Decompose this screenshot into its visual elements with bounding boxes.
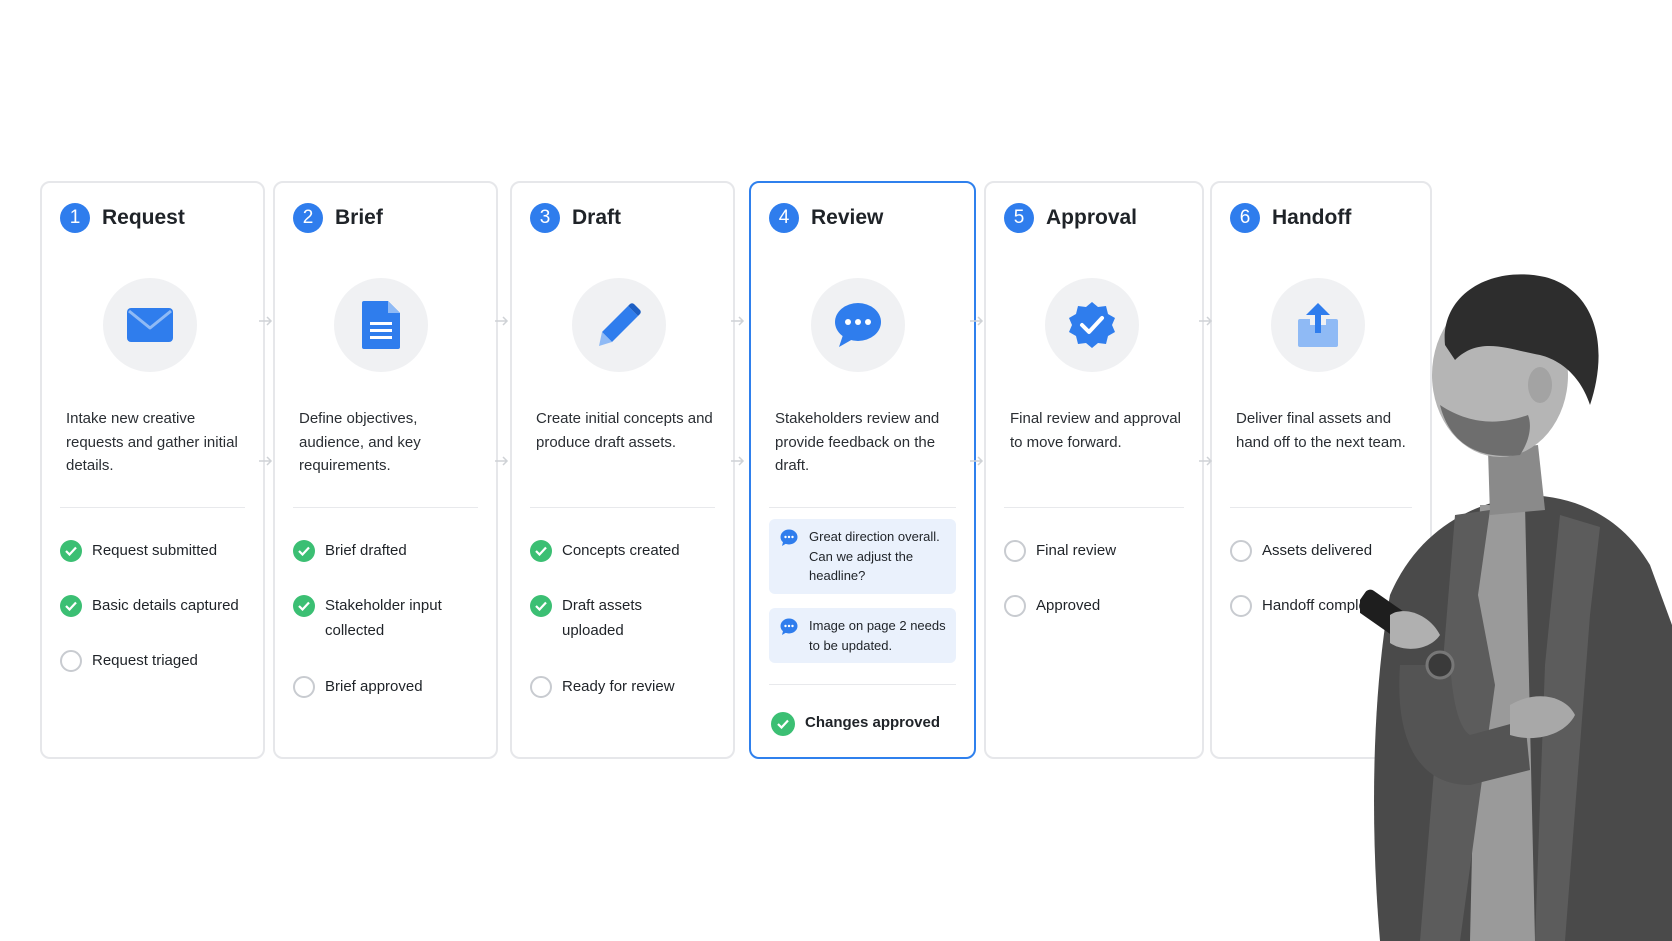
arrow-right-icon (495, 316, 509, 326)
step-title: Request (102, 206, 185, 229)
checklist-item-label: Brief drafted (325, 542, 407, 559)
feedback-comment[interactable]: Great direction overall. Can we adjust t… (769, 519, 956, 594)
checklist-item[interactable]: Changes approved (771, 712, 940, 736)
step-title: Handoff (1272, 206, 1352, 229)
checklist-item[interactable]: Handoff complete (1230, 595, 1379, 618)
step-description: Intake new creative requests and gather … (66, 410, 238, 474)
arrow-right-icon (731, 316, 745, 326)
arrow-right-icon (1199, 456, 1213, 466)
step-title: Approval (1046, 206, 1138, 229)
feedback-comment[interactable]: Image on page 2 needs to be updated. (769, 608, 956, 663)
step-card-review[interactable]: 4 Review Stakeholders review and provide… (749, 181, 976, 759)
step-number-badge: 4 (769, 203, 799, 233)
step-number-badge: 3 (530, 203, 560, 233)
step-number-badge: 5 (1004, 203, 1034, 233)
divider (1004, 507, 1184, 508)
divider (769, 507, 956, 508)
checkmark-icon (293, 540, 315, 562)
checklist-item[interactable]: Approved (1004, 595, 1100, 618)
envelope-icon (103, 278, 197, 372)
divider (293, 507, 478, 508)
checklist-item-label: Concepts created (562, 542, 680, 559)
upload-icon (1271, 278, 1365, 372)
step-title: Draft (572, 206, 622, 229)
step-description: Create initial concepts and produce draf… (536, 410, 713, 451)
checklist-item[interactable]: Stakeholder input collected (293, 595, 455, 643)
checklist-item-label: Assets delivered (1262, 542, 1373, 559)
empty-circle-icon (1004, 540, 1026, 562)
arrow-right-icon (731, 456, 745, 466)
checkmark-icon (60, 540, 82, 562)
comment-text: Image on page 2 needs to be updated. (809, 618, 946, 653)
checklist-item-label: Approved (1036, 597, 1101, 614)
checklist-item-label: Final review (1036, 542, 1117, 559)
checklist-item-label: Basic details captured (92, 597, 239, 614)
arrow-right-icon (259, 316, 273, 326)
checklist-item[interactable]: Basic details captured (60, 595, 239, 618)
checklist-item[interactable]: Brief approved (293, 676, 423, 699)
step-description: Stakeholders review and provide feedback… (775, 410, 940, 474)
comment-bubble-icon (780, 529, 798, 551)
empty-circle-icon (1230, 540, 1252, 562)
step-title: Brief (335, 206, 383, 229)
arrow-right-icon (970, 456, 984, 466)
checklist-item-label: Request submitted (92, 542, 218, 559)
empty-circle-icon (60, 650, 82, 672)
checkmark-icon (771, 712, 795, 736)
step-description: Define objectives, audience, and key req… (299, 410, 421, 474)
comment-bubble-icon (780, 618, 798, 640)
empty-circle-icon (293, 676, 315, 698)
checklist-item-label: Ready for review (562, 678, 675, 695)
step-card-brief[interactable]: 2 Brief Define objectives, audience, and… (273, 181, 498, 759)
empty-circle-icon (1230, 595, 1252, 617)
arrow-right-icon (970, 316, 984, 326)
checklist-item[interactable]: Draft assets uploaded (530, 595, 652, 643)
checkmark-icon (60, 595, 82, 617)
step-description: Final review and approval to move forwar… (1010, 410, 1181, 451)
checklist-item-label: Changes approved (805, 714, 941, 731)
checklist-item-label: Draft assets uploaded (562, 597, 643, 639)
pencil-icon (572, 278, 666, 372)
arrow-right-icon (259, 456, 273, 466)
checklist-item[interactable]: Ready for review (530, 676, 675, 699)
arrow-right-icon (1199, 316, 1213, 326)
step-card-approval[interactable]: 5 Approval Final review and approval to … (984, 181, 1204, 759)
step-number-badge: 6 (1230, 203, 1260, 233)
checklist-item-label: Request triaged (92, 652, 198, 669)
arrow-right-icon (495, 456, 509, 466)
step-number-badge: 1 (60, 203, 90, 233)
step-card-draft[interactable]: 3 Draft Create initial concepts and prod… (510, 181, 735, 759)
checklist-item[interactable]: Assets delivered (1230, 540, 1372, 563)
checklist-item-label: Brief approved (325, 678, 423, 695)
checklist-item[interactable]: Brief drafted (293, 540, 407, 563)
checklist-item[interactable]: Concepts created (530, 540, 680, 563)
divider (530, 507, 715, 508)
comment-text: Great direction overall. Can we adjust t… (809, 529, 940, 583)
chat-bubble-icon (811, 278, 905, 372)
checklist-item[interactable]: Request submitted (60, 540, 217, 563)
checkmark-icon (293, 595, 315, 617)
empty-circle-icon (1004, 595, 1026, 617)
divider (769, 684, 956, 685)
checkmark-icon (530, 540, 552, 562)
checkmark-icon (530, 595, 552, 617)
empty-circle-icon (530, 676, 552, 698)
checklist-item-label: Stakeholder input collected (325, 597, 442, 639)
document-icon (334, 278, 428, 372)
step-card-request[interactable]: 1 Request Intake new creative requests a… (40, 181, 265, 759)
checklist-item[interactable]: Request triaged (60, 650, 198, 673)
person-with-phone-photo (1360, 274, 1672, 941)
divider (60, 507, 245, 508)
verified-badge-icon (1045, 278, 1139, 372)
step-title: Review (811, 206, 884, 229)
checklist-item[interactable]: Final review (1004, 540, 1116, 563)
step-number-badge: 2 (293, 203, 323, 233)
